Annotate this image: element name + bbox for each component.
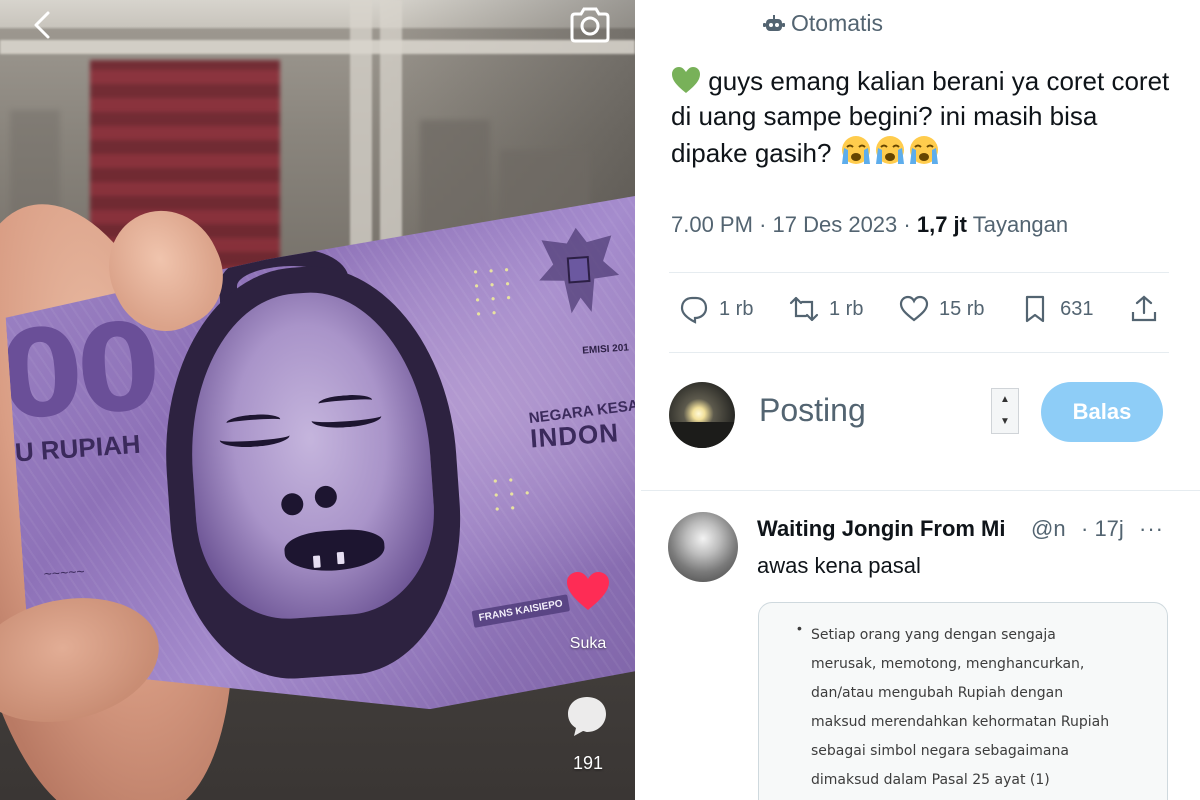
quote-text: Setiap orang yang dengan sengaja merusak… <box>811 621 1151 795</box>
shelf-plank <box>0 40 635 54</box>
heart-outline-icon <box>899 295 929 322</box>
robot-icon <box>763 14 785 31</box>
reply-input[interactable]: Posting <box>759 392 866 429</box>
views-count: 1,7 jt <box>916 212 967 237</box>
quote-line: maksud merendahkan kehormatan Rupiah <box>811 714 1110 730</box>
divider <box>669 272 1169 273</box>
repost-count: 1 rb <box>828 297 864 320</box>
tweet-panel: Otomatis guys emang kalian berani ya cor… <box>641 0 1200 800</box>
quote-line: dan/atau mengubah Rupiah dengan <box>811 685 1064 701</box>
comment-image[interactable]: • Setiap orang yang dengan sengaja merus… <box>758 602 1168 800</box>
reply-spinner[interactable]: ▲ ▼ <box>991 388 1019 434</box>
camera-icon[interactable] <box>568 5 612 45</box>
note-indon-text: INDON <box>529 417 620 454</box>
share-icon <box>1131 295 1157 322</box>
share-button[interactable] <box>1129 294 1159 324</box>
repost-icon <box>789 296 819 322</box>
reply-composer: Posting ▲ ▼ Balas <box>669 380 1169 450</box>
note-dots: • • • • • • • <box>492 472 534 517</box>
like-button[interactable]: 15 rb <box>899 294 985 324</box>
tweet-time[interactable]: 7.00 PM <box>671 212 753 237</box>
crying-face-icon <box>841 136 870 164</box>
crying-face-icon <box>875 136 904 164</box>
garuda-emblem-icon <box>530 215 627 331</box>
quote-line: dimaksud dalam Pasal 25 ayat (1) <box>811 772 1050 788</box>
video-panel[interactable]: 00 U RUPIAH ~~~~~ • • • • • • • • • • • • •… <box>0 0 635 800</box>
tweet-date[interactable]: 17 Des 2023 <box>773 212 898 237</box>
reply-button[interactable]: 1 rb <box>679 294 753 324</box>
repost-button[interactable]: 1 rb <box>789 294 863 324</box>
bullet-icon: • <box>797 620 802 636</box>
comment-bubble-icon[interactable] <box>564 693 610 739</box>
bookmark-button[interactable]: 631 <box>1020 294 1093 324</box>
section-divider <box>641 490 1200 491</box>
quote-line: sebagai simbol negara sebagaimana <box>811 743 1069 759</box>
spinner-down-icon[interactable]: ▼ <box>992 411 1018 433</box>
quote-line: merusak, memotong, menghancurkan, <box>811 656 1085 672</box>
note-signature: ~~~~~ <box>42 562 85 582</box>
divider <box>669 352 1169 353</box>
meta-separator: · <box>759 212 767 237</box>
like-label: Suka <box>569 635 607 652</box>
quote-line: Setiap orang yang dengan sengaja <box>811 627 1056 643</box>
note-dots: • • • • • • • • • • • <box>473 262 516 321</box>
views-label: Tayangan <box>972 212 1069 237</box>
tweet-actions: 1 rb 1 rb 15 rb 631 <box>679 294 1159 324</box>
comment-time[interactable]: · 17j <box>1081 516 1124 542</box>
reply-icon <box>680 296 708 324</box>
spinner-up-icon[interactable]: ▲ <box>992 389 1018 411</box>
comment-text: awas kena pasal <box>757 553 921 578</box>
automated-label: Otomatis <box>791 10 884 36</box>
bookmark-count: 631 <box>1060 297 1094 320</box>
like-count: 15 rb <box>938 297 985 320</box>
bookmark-icon <box>1025 295 1045 323</box>
comment-author-handle[interactable]: @n <box>1031 516 1076 542</box>
tweet-text: guys emang kalian berani ya coret coret … <box>671 64 1171 171</box>
comment-author-name[interactable]: Waiting Jongin From Mi <box>757 516 1027 542</box>
tweet-meta: 7.00 PM · 17 Des 2023 · 1,7 jt Tayangan <box>671 212 1068 238</box>
back-chevron-icon[interactable] <box>28 10 58 40</box>
comment-count: 191 <box>572 753 604 773</box>
reply-count: 1 rb <box>719 297 754 320</box>
meta-separator: · <box>903 212 911 237</box>
more-options-icon[interactable]: ··· <box>1139 516 1164 542</box>
avatar[interactable] <box>668 512 738 582</box>
heart-icon[interactable] <box>565 570 611 614</box>
reply-submit-button[interactable]: Balas <box>1041 382 1163 442</box>
crying-face-icon <box>909 136 938 164</box>
automated-label-row[interactable]: Otomatis <box>763 10 883 37</box>
green-heart-icon <box>672 67 700 93</box>
avatar[interactable] <box>669 382 735 448</box>
